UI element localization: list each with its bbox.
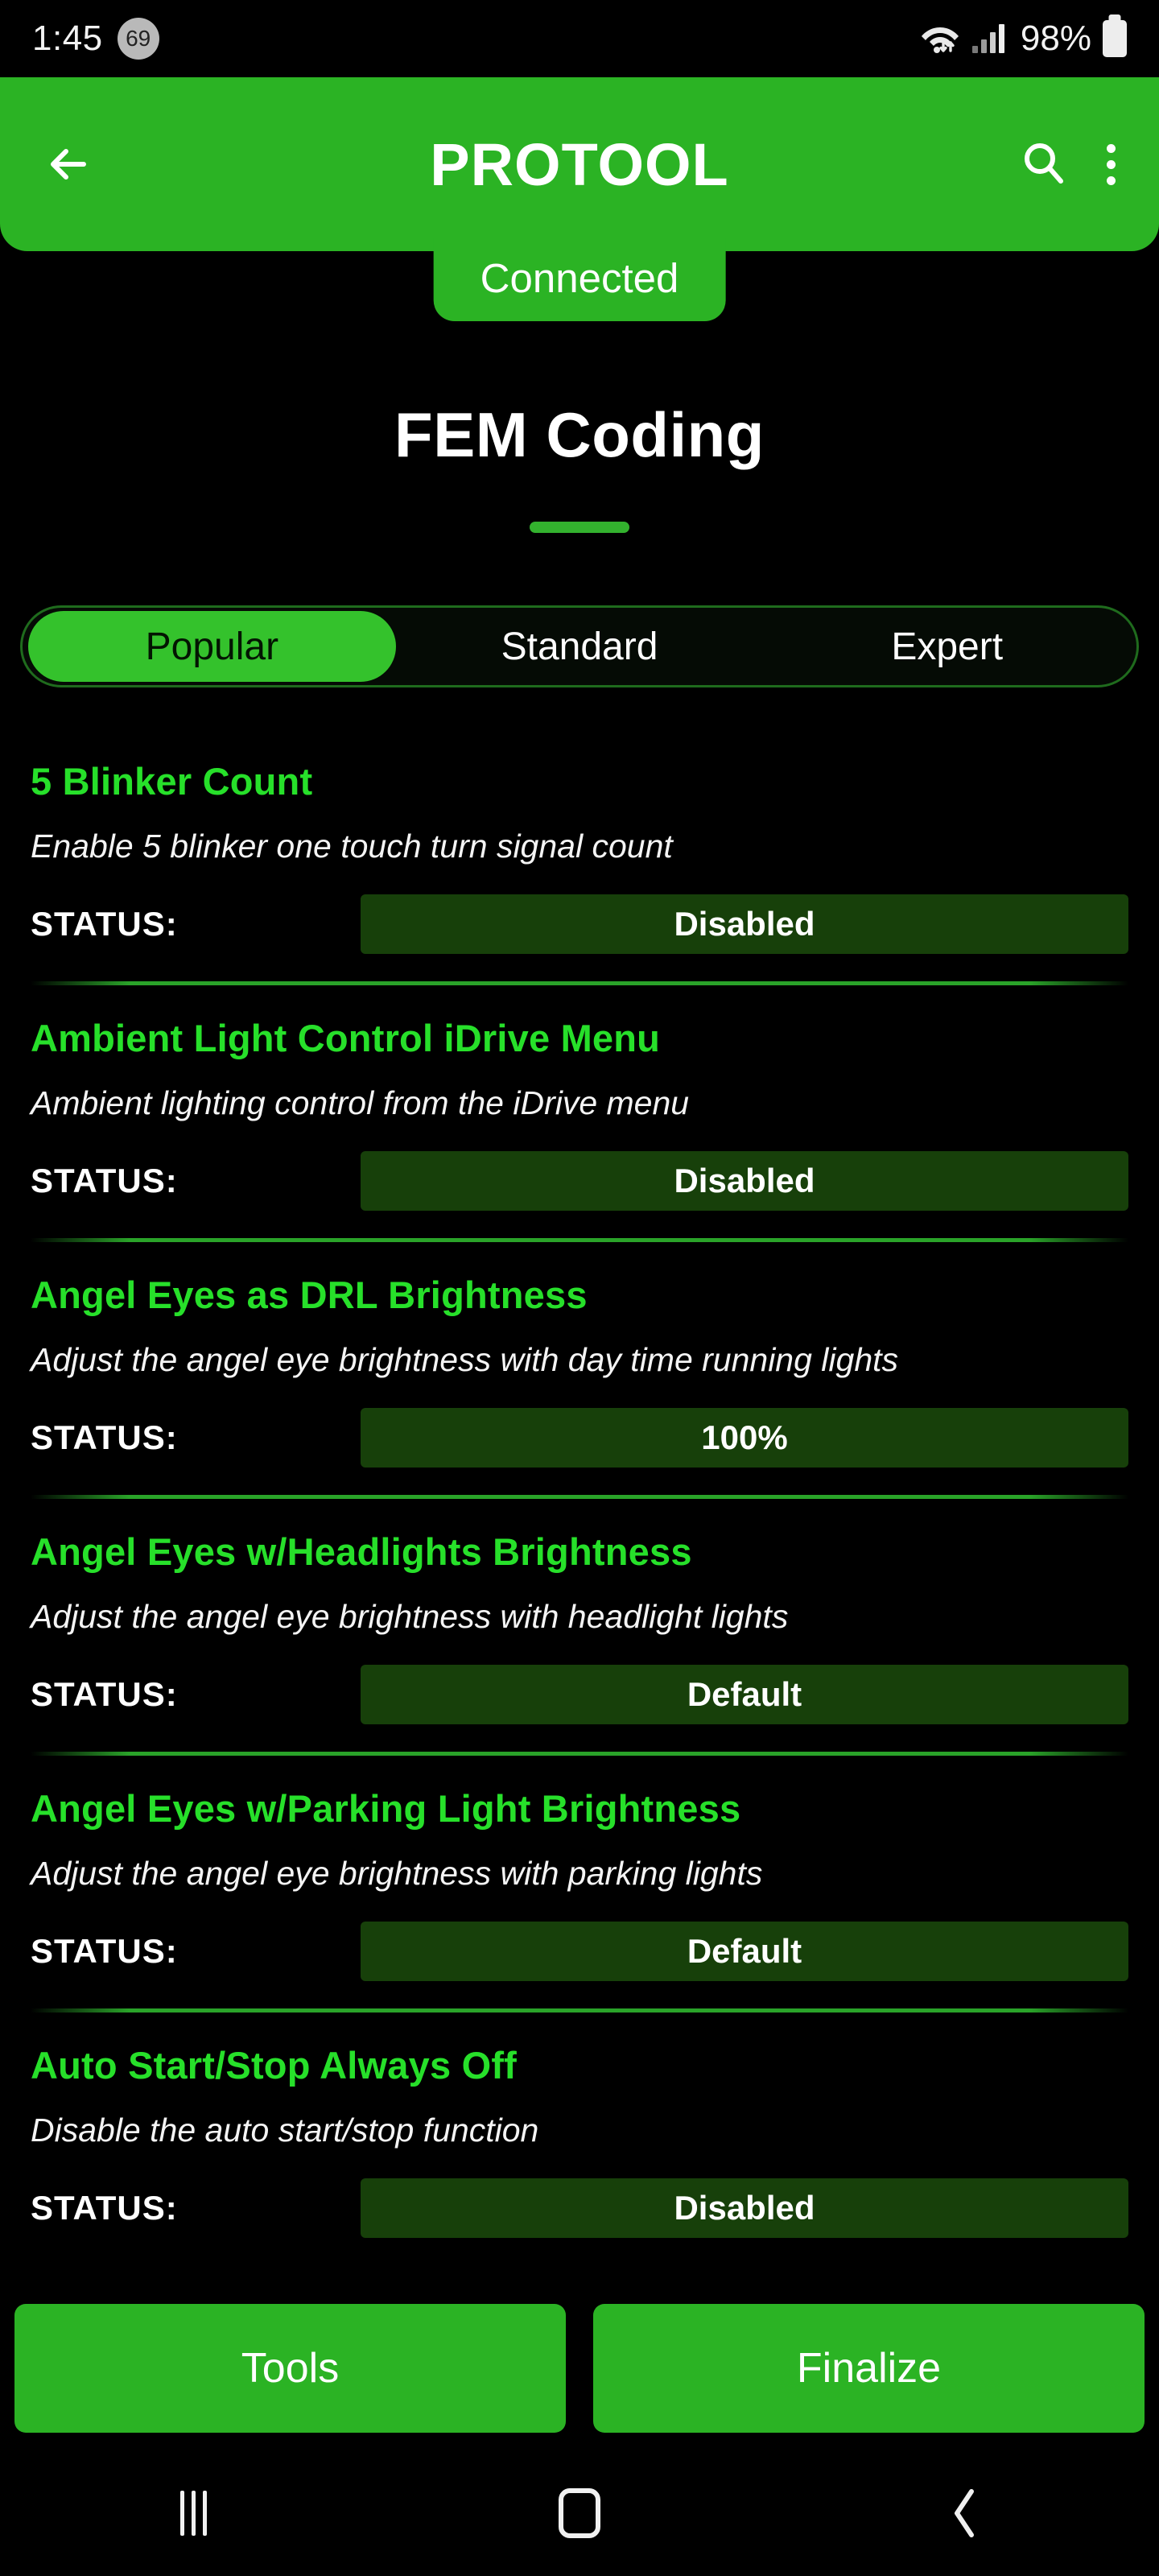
- system-status-bar: 1:45 69 98%: [0, 0, 1159, 77]
- option-status-row: STATUS: Default: [31, 1636, 1128, 1724]
- option-name: Auto Start/Stop Always Off: [31, 2044, 518, 2087]
- list-item[interactable]: Angel Eyes w/Parking Light Brightness Ad…: [0, 1756, 1159, 2013]
- status-label: STATUS:: [31, 1675, 178, 1713]
- search-icon[interactable]: [1018, 138, 1068, 192]
- back-icon[interactable]: [905, 2473, 1026, 2553]
- app-title: PROTOOL: [430, 130, 729, 198]
- status-label: STATUS:: [31, 1162, 178, 1199]
- system-navigation-bar: [0, 2450, 1159, 2576]
- notification-count-badge: 69: [117, 18, 159, 60]
- coding-options-list[interactable]: 5 Blinker Count Enable 5 blinker one tou…: [0, 729, 1159, 2258]
- option-status-row: STATUS: Disabled: [31, 1122, 1128, 1211]
- tab-standard[interactable]: Standard: [396, 611, 764, 682]
- back-arrow-icon[interactable]: [39, 134, 100, 195]
- bottom-action-bar: Tools Finalize: [0, 2289, 1159, 2450]
- option-name: Angel Eyes w/Parking Light Brightness: [31, 1787, 741, 1830]
- wifi-icon: [919, 20, 961, 58]
- category-tab-bar: Popular Standard Expert: [20, 605, 1139, 687]
- status-value-box[interactable]: Disabled: [361, 894, 1128, 954]
- cellular-signal-icon: [971, 24, 1004, 53]
- option-description: Adjust the angel eye brightness with par…: [31, 1855, 763, 1892]
- option-description: Ambient lighting control from the iDrive…: [31, 1084, 690, 1121]
- list-item[interactable]: 5 Blinker Count Enable 5 blinker one tou…: [0, 729, 1159, 985]
- title-underline-accent: [530, 522, 629, 533]
- tab-popular[interactable]: Popular: [28, 611, 396, 682]
- clock: 1:45: [32, 19, 103, 58]
- finalize-button[interactable]: Finalize: [593, 2304, 1145, 2433]
- status-label: STATUS:: [31, 1932, 178, 1970]
- tools-button[interactable]: Tools: [14, 2304, 566, 2433]
- option-name: Angel Eyes as DRL Brightness: [31, 1274, 588, 1316]
- option-description: Adjust the angel eye brightness with day…: [31, 1341, 899, 1378]
- option-description: Enable 5 blinker one touch turn signal c…: [31, 828, 673, 865]
- status-value-box[interactable]: 100%: [361, 1408, 1128, 1468]
- status-label: STATUS:: [31, 905, 178, 943]
- option-status-row: STATUS: Default: [31, 1893, 1128, 1981]
- option-name: Angel Eyes w/Headlights Brightness: [31, 1530, 692, 1573]
- overflow-menu-icon[interactable]: [1102, 139, 1120, 190]
- status-label: STATUS:: [31, 2189, 178, 2227]
- tab-expert[interactable]: Expert: [763, 611, 1131, 682]
- list-item[interactable]: Angel Eyes w/Headlights Brightness Adjus…: [0, 1499, 1159, 1756]
- option-status-row: STATUS: Disabled: [31, 865, 1128, 954]
- status-bar-left: 1:45 69: [32, 18, 159, 60]
- option-name: Ambient Light Control iDrive Menu: [31, 1017, 661, 1059]
- option-name: 5 Blinker Count: [31, 760, 313, 803]
- option-status-row: STATUS: Disabled: [31, 2149, 1128, 2238]
- app-bar-actions: [1018, 138, 1120, 192]
- list-item[interactable]: Ambient Light Control iDrive Menu Ambien…: [0, 985, 1159, 1242]
- list-item[interactable]: Angel Eyes as DRL Brightness Adjust the …: [0, 1242, 1159, 1499]
- status-label: STATUS:: [31, 1418, 178, 1456]
- status-value-box[interactable]: Default: [361, 1665, 1128, 1724]
- status-value-box[interactable]: Disabled: [361, 1151, 1128, 1211]
- page-title: FEM Coding: [394, 399, 765, 470]
- battery-icon: [1103, 20, 1127, 57]
- option-description: Disable the auto start/stop function: [31, 2112, 539, 2149]
- status-bar-right: 98%: [919, 20, 1127, 58]
- recents-icon[interactable]: [133, 2473, 254, 2553]
- status-value-box[interactable]: Default: [361, 1922, 1128, 1981]
- app-bar: PROTOOL: [0, 77, 1159, 251]
- option-description: Adjust the angel eye brightness with hea…: [31, 1598, 789, 1635]
- list-item[interactable]: Auto Start/Stop Always Off Disable the a…: [0, 2013, 1159, 2258]
- home-icon[interactable]: [519, 2473, 640, 2553]
- battery-percent-label: 98%: [1020, 19, 1091, 58]
- option-status-row: STATUS: 100%: [31, 1379, 1128, 1468]
- phone-screen: 1:45 69 98% PROTOOL Connected FEM Coding…: [0, 0, 1159, 2576]
- connection-status-badge: Connected: [433, 238, 726, 321]
- status-value-box[interactable]: Disabled: [361, 2178, 1128, 2238]
